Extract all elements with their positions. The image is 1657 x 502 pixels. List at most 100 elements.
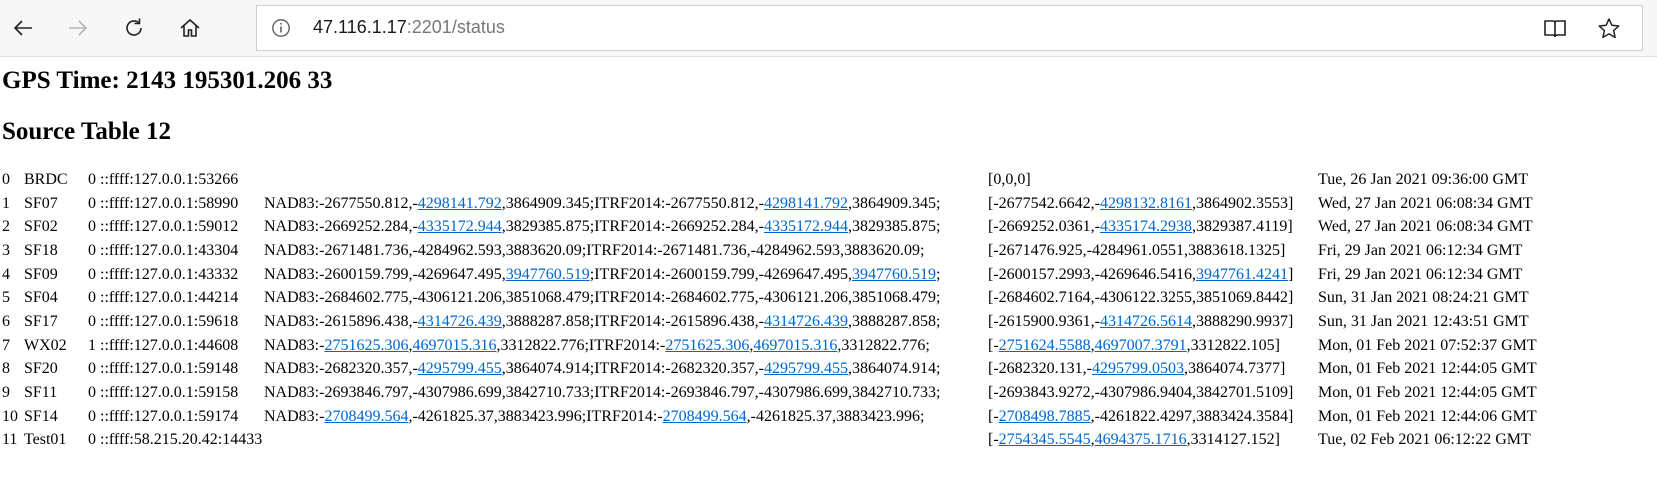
coordinate-text: ,3888287.858;ITRF2014:-2615896.438,-: [501, 312, 764, 330]
coordinate-link[interactable]: 2751625.306: [665, 337, 749, 354]
coordinate-link[interactable]: 4697015.316: [412, 337, 496, 354]
client-address: 0 ::ffff:58.215.20.42:14433: [88, 431, 263, 449]
coordinate-text: [0,0,0]: [988, 170, 1031, 188]
coordinate-link[interactable]: 2708499.564: [324, 408, 408, 425]
reference-coordinates: NAD83:-2682320.357,-4295799.455,3864074.…: [264, 358, 988, 382]
coordinate-link[interactable]: 2708498.7885: [999, 408, 1091, 425]
coordinate-text: ,3864074.914;: [847, 360, 941, 378]
coordinate-text: ,3829387.4119]: [1191, 218, 1293, 236]
url-text[interactable]: 47.116.1.17:2201/status: [313, 17, 505, 38]
coordinate-link[interactable]: 4314726.5614: [1100, 313, 1192, 330]
source-table: 0 BRDC 0 ::ffff:127.0.0.1:53266 [0,0,0] Tue,…: [2, 168, 1537, 452]
reference-coordinates: NAD83:-2677550.812,-4298141.792,3864909.…: [264, 192, 988, 216]
coordinate-link[interactable]: 2751625.306: [324, 337, 408, 354]
coordinate-link[interactable]: 3947760.519: [506, 266, 590, 283]
update-time: Mon, 01 Feb 2021 12:44:05 GMT: [1318, 384, 1537, 402]
mountpoint-name: SF07: [24, 194, 58, 212]
coordinate-link[interactable]: 4314726.439: [764, 313, 848, 330]
coordinate-text: [-: [988, 431, 999, 449]
refresh-button[interactable]: [111, 6, 157, 50]
coordinate-text: ;: [935, 265, 941, 283]
coordinate-link[interactable]: 4298141.792: [418, 195, 502, 212]
coordinate-text: [-2693843.9272,-4307986.9404,3842701.510…: [988, 384, 1294, 402]
coordinate-link[interactable]: 4298141.792: [764, 195, 848, 212]
coordinate-link[interactable]: 4314726.439: [418, 313, 502, 330]
coordinate-text: ,3864074.7377]: [1183, 360, 1286, 378]
coordinate-link[interactable]: 4298132.8161: [1100, 195, 1192, 212]
table-row: 3 SF18 0 ::ffff:127.0.0.1:43304 NAD83:-2671…: [2, 239, 1537, 263]
coordinate-link[interactable]: 4694375.1716: [1095, 431, 1187, 448]
row-index: 8: [2, 360, 10, 378]
estimated-coordinates: [0,0,0]: [988, 168, 1318, 192]
reference-coordinates: NAD83:-2671481.736,-4284962.593,3883620.…: [264, 239, 988, 263]
coordinate-link[interactable]: 3947760.519: [852, 266, 936, 283]
forward-button[interactable]: [55, 6, 101, 50]
reading-view-icon[interactable]: [1542, 16, 1568, 42]
mountpoint-name: BRDC: [24, 170, 68, 188]
coordinate-text: [-2669252.0361,-: [988, 218, 1100, 236]
row-index: 3: [2, 241, 10, 259]
update-time: Fri, 29 Jan 2021 06:12:34 GMT: [1318, 265, 1523, 283]
coordinate-link[interactable]: 2708499.564: [663, 408, 747, 425]
coordinate-text: [-2615900.9361,-: [988, 312, 1100, 330]
coordinate-link[interactable]: 2754345.5545: [999, 431, 1091, 448]
update-time: Wed, 27 Jan 2021 06:08:34 GMT: [1318, 218, 1533, 236]
url-port: :2201: [406, 17, 452, 37]
estimated-coordinates: [-2669252.0361,-4335174.2938,3829387.411…: [988, 215, 1318, 239]
home-button[interactable]: [167, 6, 213, 50]
coordinate-link[interactable]: 4697007.3791: [1095, 337, 1187, 354]
estimated-coordinates: [-2600157.2993,-4269646.5416,3947761.424…: [988, 263, 1318, 287]
coordinate-text: ]: [1287, 265, 1294, 283]
client-address: 1 ::ffff:127.0.0.1:44608: [88, 336, 239, 354]
reference-coordinates: NAD83:-2751625.306,4697015.316,3312822.7…: [264, 334, 988, 358]
client-address: 0 ::ffff:127.0.0.1:59618: [88, 312, 239, 330]
coordinate-link[interactable]: 4335172.944: [418, 218, 502, 235]
coordinate-text: ,3829385.875;ITRF2014:-2669252.284,-: [501, 218, 764, 236]
client-address: 0 ::ffff:127.0.0.1:59012: [88, 218, 239, 236]
coordinate-link[interactable]: 4295799.455: [764, 360, 848, 377]
address-bar[interactable]: 47.116.1.17:2201/status: [256, 5, 1643, 51]
coordinate-text: NAD83:-2600159.799,-4269647.495,: [264, 265, 506, 283]
info-icon[interactable]: [271, 18, 291, 38]
url-host: 47.116.1.17: [313, 17, 407, 37]
coordinate-text: NAD83:-2671481.736,-4284962.593,3883620.…: [264, 241, 925, 259]
coordinate-text: ;ITRF2014:-2600159.799,-4269647.495,: [589, 265, 852, 283]
coordinate-link[interactable]: 4295799.0503: [1092, 360, 1184, 377]
source-table-body: 0 BRDC 0 ::ffff:127.0.0.1:53266 [0,0,0] Tue,…: [2, 168, 1537, 452]
coordinate-text: [-2671476.925,-4284961.0551,3883618.1325…: [988, 241, 1286, 259]
mountpoint-name: SF04: [24, 289, 58, 307]
update-time: Sun, 31 Jan 2021 12:43:51 GMT: [1318, 312, 1529, 330]
mountpoint-name: SF09: [24, 265, 58, 283]
star-icon[interactable]: [1596, 16, 1622, 42]
coordinate-link[interactable]: 4335172.944: [764, 218, 848, 235]
row-index: 10: [2, 407, 18, 425]
coordinate-text: ,3864909.345;: [847, 194, 941, 212]
client-address: 0 ::ffff:127.0.0.1:43332: [88, 265, 239, 283]
source-table-heading: Source Table 12: [2, 118, 172, 145]
mountpoint-name: SF20: [24, 360, 58, 378]
coordinate-link[interactable]: 2751624.5588: [999, 337, 1091, 354]
coordinate-text: ,3888287.858;: [847, 312, 941, 330]
estimated-coordinates: [-2671476.925,-4284961.0551,3883618.1325…: [988, 239, 1318, 263]
coordinate-link[interactable]: 3947761.4241: [1196, 266, 1288, 283]
reference-coordinates: NAD83:-2684602.775,-4306121.206,3851068.…: [264, 286, 988, 310]
coordinate-text: NAD83:-2615896.438,-: [264, 312, 418, 330]
gps-time-heading: GPS Time: 2143 195301.206 33: [2, 67, 333, 94]
row-index: 1: [2, 194, 10, 212]
table-row: 5 SF04 0 ::ffff:127.0.0.1:44214 NAD83:-2684…: [2, 286, 1537, 310]
row-index: 11: [2, 431, 18, 449]
coordinate-text: ,3864909.345;ITRF2014:-2677550.812,-: [501, 194, 764, 212]
row-index: 9: [2, 384, 10, 402]
back-button[interactable]: [0, 6, 46, 50]
coordinate-text: ,3888290.9937]: [1191, 312, 1294, 330]
coordinate-link[interactable]: 4295799.455: [418, 360, 502, 377]
coordinate-link[interactable]: 4335174.2938: [1100, 218, 1192, 235]
estimated-coordinates: [-2615900.9361,-4314726.5614,3888290.993…: [988, 310, 1318, 334]
home-icon: [180, 18, 200, 37]
mountpoint-name: SF02: [24, 218, 58, 236]
client-address: 0 ::ffff:127.0.0.1:59158: [88, 384, 239, 402]
coordinate-link[interactable]: 4697015.316: [753, 337, 837, 354]
client-address: 0 ::ffff:127.0.0.1:58990: [88, 194, 239, 212]
row-index: 4: [2, 265, 10, 283]
coordinate-text: [-: [988, 336, 999, 354]
